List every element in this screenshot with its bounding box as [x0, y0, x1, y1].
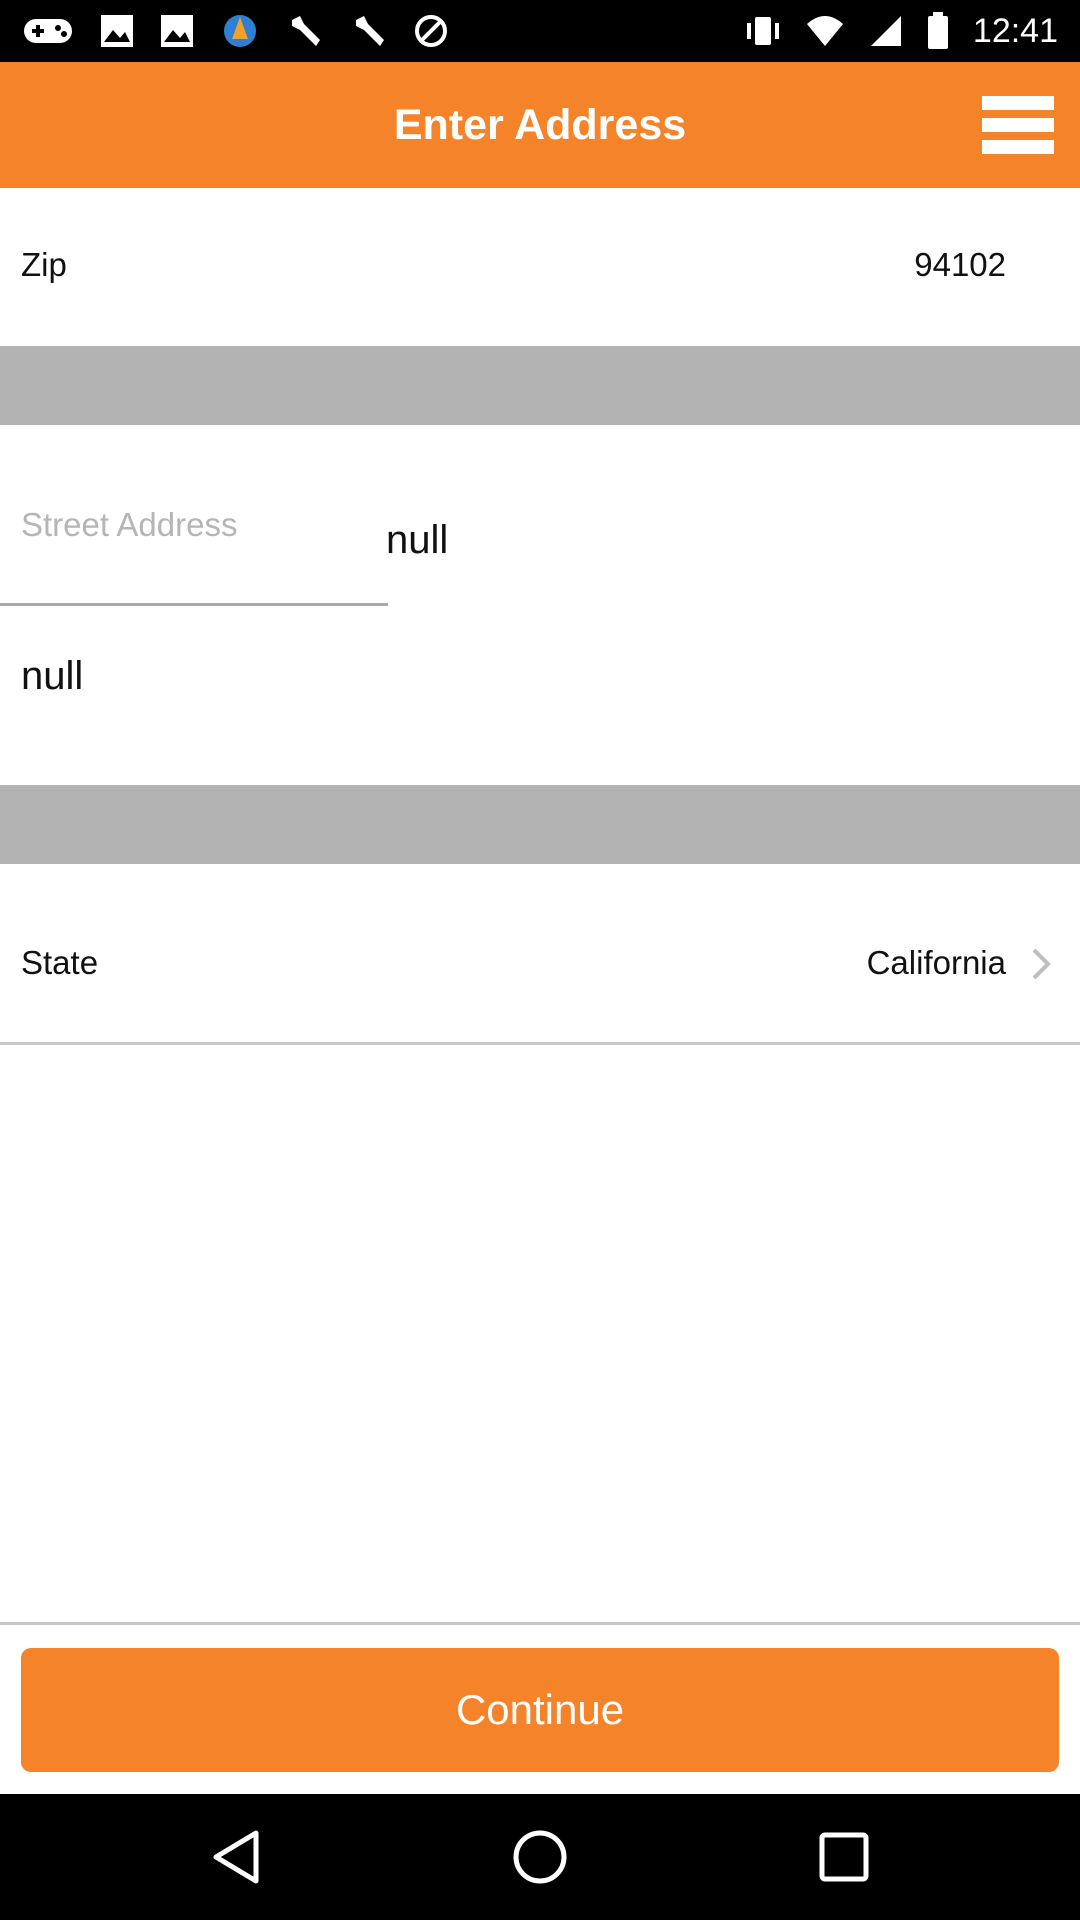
- page-title: Enter Address: [393, 101, 687, 149]
- divider: [0, 1042, 1080, 1045]
- home-icon[interactable]: [510, 1827, 570, 1887]
- section-separator-2: [0, 785, 1080, 864]
- street-address-underline: [0, 603, 388, 606]
- recent-apps-icon[interactable]: [814, 1827, 874, 1887]
- menu-icon: [982, 96, 1054, 110]
- vibrate-icon: [746, 17, 779, 45]
- zip-label: Zip: [21, 246, 67, 283]
- street-address-placeholder: Street Address: [21, 506, 238, 543]
- footer-divider: [0, 1622, 1080, 1625]
- state-value: California: [866, 944, 1006, 981]
- status-bar: 12:41: [0, 0, 1080, 62]
- street-address-field[interactable]: Street Address: [0, 470, 388, 606]
- street-address-value[interactable]: null: [386, 518, 448, 563]
- wifi-icon: [806, 16, 843, 46]
- app-logo-icon: [224, 15, 256, 47]
- app-bar: Enter Address: [0, 62, 1080, 188]
- state-label: State: [21, 944, 99, 981]
- navigation-bar: [0, 1794, 1080, 1920]
- image-icon: [101, 15, 133, 47]
- signal-icon: [870, 16, 901, 46]
- battery-icon: [927, 12, 948, 49]
- continue-button[interactable]: Continue: [21, 1648, 1059, 1772]
- blocked-icon: [415, 15, 447, 47]
- clock: 12:41: [972, 11, 1058, 50]
- chevron-right-icon: [1032, 948, 1051, 980]
- address-line-2-value[interactable]: null: [21, 654, 83, 699]
- zip-value[interactable]: 94102: [914, 246, 1006, 284]
- image-icon-2: [161, 15, 193, 47]
- section-separator: [0, 346, 1080, 425]
- wrench-icon: [292, 16, 320, 46]
- game-controller-icon: [24, 19, 72, 43]
- zip-row[interactable]: Zip 94102: [0, 190, 1080, 346]
- back-icon[interactable]: [208, 1827, 268, 1887]
- state-row[interactable]: State California: [0, 864, 1080, 1042]
- wrench-icon-2: [356, 16, 384, 46]
- menu-button[interactable]: [982, 96, 1054, 154]
